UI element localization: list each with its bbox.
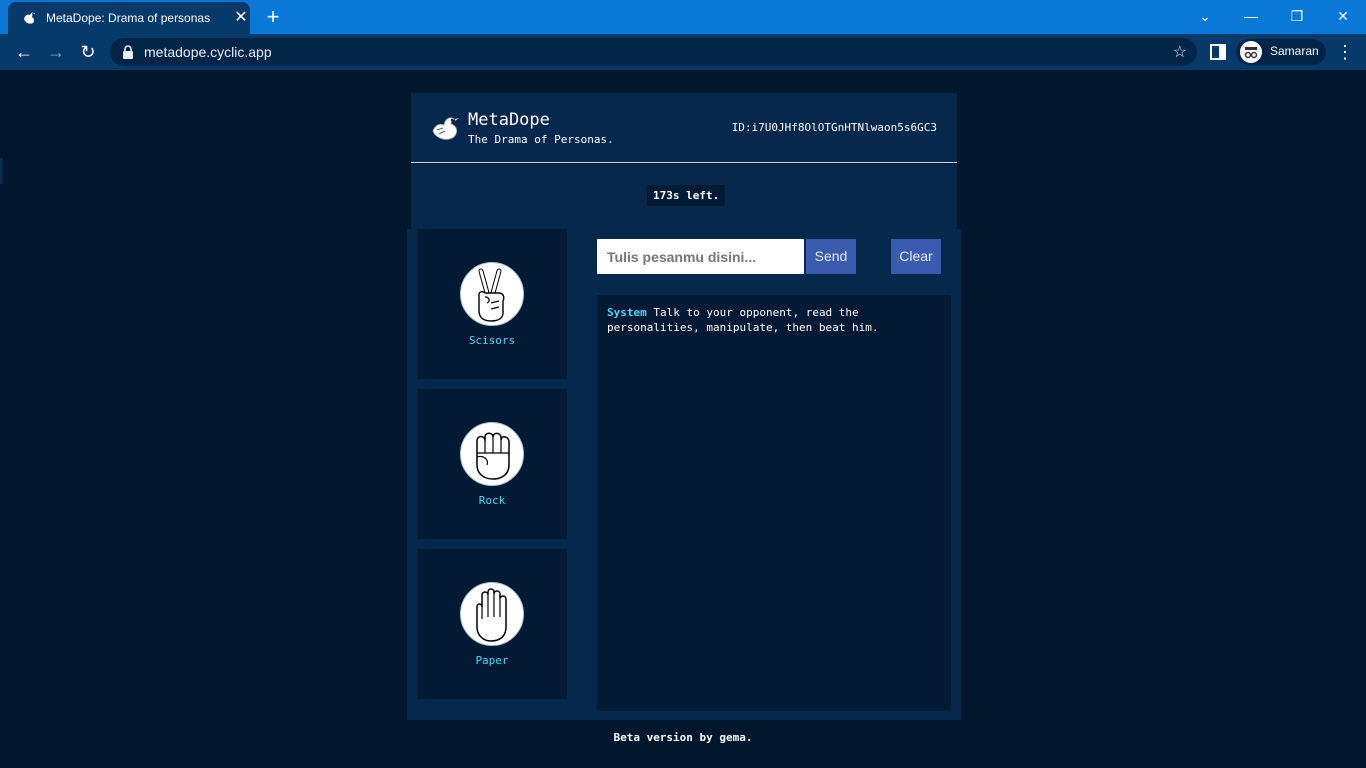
app-title: MetaDope bbox=[468, 110, 550, 130]
message-text: Talk to your opponent, read the personal… bbox=[607, 306, 879, 334]
reload-icon[interactable]: ↻ bbox=[76, 40, 100, 64]
tab-search-icon[interactable]: ⌄ bbox=[1192, 4, 1218, 28]
profile-button[interactable]: Samaran bbox=[1236, 39, 1326, 65]
choice-label: Scisors bbox=[468, 334, 516, 347]
choice-paper[interactable]: Paper bbox=[417, 549, 567, 699]
new-tab-icon[interactable]: + bbox=[262, 6, 284, 28]
forward-arrow-icon[interactable]: → bbox=[44, 40, 68, 64]
left-edge-marker bbox=[0, 158, 3, 184]
browser-menu-icon[interactable]: ⋮ bbox=[1336, 40, 1354, 64]
scissors-hand-icon bbox=[460, 262, 524, 326]
bookmark-star-icon[interactable]: ☆ bbox=[1173, 42, 1187, 62]
choice-scissors[interactable]: Scisors bbox=[417, 229, 567, 379]
browser-tab-active[interactable]: MetaDope: Drama of personas ✕ bbox=[8, 2, 250, 34]
dove-logo-icon bbox=[432, 117, 459, 140]
restore-icon[interactable]: ❐ bbox=[1284, 4, 1310, 28]
choice-label: Rock bbox=[478, 494, 506, 507]
browser-toolbar: ← → ↻ metadope.cyclic.app ☆ Samaran ⋮ bbox=[0, 34, 1366, 70]
game-area: Scisors Rock Paper Send bbox=[407, 229, 961, 720]
player-id: ID:i7U0JHf8OlOTGnHTNlwaon5s6GC3 bbox=[731, 121, 937, 134]
incognito-avatar-icon bbox=[1240, 41, 1262, 63]
chat-log: System Talk to your opponent, read the p… bbox=[597, 295, 951, 711]
message-sender: System bbox=[607, 306, 647, 319]
choice-rock[interactable]: Rock bbox=[417, 389, 567, 539]
timer-bar: 173s left. bbox=[411, 164, 957, 230]
browser-tabstrip: MetaDope: Drama of personas ✕ + ⌄ — ❐ ✕ bbox=[0, 0, 1366, 34]
choice-label: Paper bbox=[475, 654, 509, 667]
rock-fist-icon bbox=[460, 422, 524, 486]
tab-close-icon[interactable]: ✕ bbox=[232, 9, 250, 27]
send-button[interactable]: Send bbox=[806, 239, 856, 274]
tab-title: MetaDope: Drama of personas bbox=[46, 11, 211, 25]
window-close-icon[interactable]: ✕ bbox=[1330, 4, 1356, 28]
profile-name: Samaran bbox=[1270, 44, 1319, 58]
lock-icon bbox=[123, 45, 133, 59]
message-input[interactable] bbox=[597, 239, 804, 274]
side-panel-icon[interactable] bbox=[1210, 44, 1226, 60]
app-subtitle: The Drama of Personas. bbox=[468, 133, 614, 146]
page-body: MetaDope The Drama of Personas. ID:i7U0J… bbox=[0, 70, 1366, 768]
app-header: MetaDope The Drama of Personas. ID:i7U0J… bbox=[411, 93, 957, 163]
address-url: metadope.cyclic.app bbox=[144, 44, 272, 60]
minimize-icon[interactable]: — bbox=[1238, 4, 1264, 28]
paper-hand-icon bbox=[460, 582, 524, 646]
metadope-favicon-icon bbox=[24, 12, 35, 24]
address-bar[interactable]: metadope.cyclic.app ☆ bbox=[110, 38, 1197, 66]
back-arrow-icon[interactable]: ← bbox=[12, 40, 36, 64]
footer-credit: Beta version by gema. bbox=[613, 731, 753, 744]
chat-message: System Talk to your opponent, read the p… bbox=[607, 305, 941, 335]
countdown-timer: 173s left. bbox=[647, 185, 726, 206]
clear-button[interactable]: Clear bbox=[891, 239, 941, 274]
